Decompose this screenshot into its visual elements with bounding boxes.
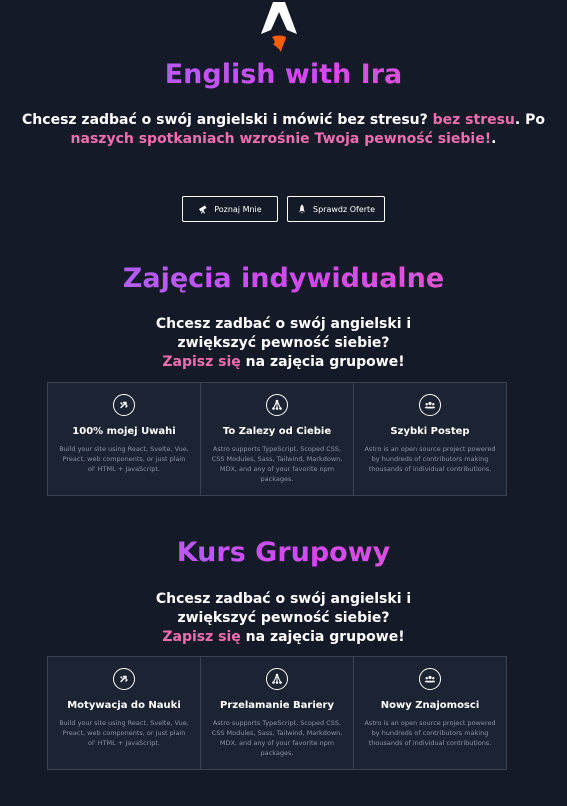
individual-lead-line-1: Chcesz zadbać o swój angielski i xyxy=(155,316,412,332)
feature-card-title: Przelamanie Bariery xyxy=(220,700,334,711)
feature-card-desc: Astro supports TypeScript, Scoped CSS, C… xyxy=(211,719,343,757)
group-lead-line-1: Chcesz zadbać o swój angielski i xyxy=(155,591,412,607)
people-icon xyxy=(419,394,441,416)
people-icon xyxy=(419,668,441,690)
feature-card-title: Motywacja do Nauki xyxy=(67,700,181,711)
sprawdz-oferte-label: Sprawdz Oferte xyxy=(313,204,376,214)
individual-cards: 100% mojej Uwahi Build your site using R… xyxy=(47,382,507,496)
poznaj-mnie-button[interactable]: Poznaj Mnie xyxy=(181,196,278,222)
hero-lead: Chcesz zadbać o swój angielski i mówić b… xyxy=(0,111,567,149)
feature-card-title: Nowy Znajomosci xyxy=(380,700,480,711)
rocket-icon xyxy=(299,204,305,214)
hero-lead-part-1: Chcesz zadbać o swój angielski i mówić b… xyxy=(22,112,433,128)
group-lead-line-2: zwiększyć pewność siebie? xyxy=(177,610,390,626)
feature-card: Szybki Postep Astro is an open source pr… xyxy=(354,383,506,495)
group-lead-highlight: Zapisz się xyxy=(162,629,241,645)
feature-card-title: To Zalezy od Ciebie xyxy=(222,426,332,437)
feature-card: Motywacja do Nauki Build your site using… xyxy=(48,657,201,769)
individual-title: Zajęcia indywidualne xyxy=(0,261,567,297)
feature-card-desc: Astro is an open source project powered … xyxy=(364,719,496,747)
group-lead: Chcesz zadbać o swój angielski i zwiększ… xyxy=(0,590,567,647)
telescope-icon xyxy=(199,205,207,214)
feature-card-title: 100% mojej Uwahi xyxy=(72,426,176,437)
swap-icon xyxy=(113,394,135,416)
feature-card: Nowy Znajomosci Astro is an open source … xyxy=(354,657,506,769)
individual-lead: Chcesz zadbać o swój angielski i zwiększ… xyxy=(0,315,567,372)
swap-icon xyxy=(113,668,135,690)
hero-lead-highlight-1: bez stresu xyxy=(432,112,515,128)
feature-card: Przelamanie Bariery Astro supports TypeS… xyxy=(201,657,354,769)
group-title: Kurs Grupowy xyxy=(0,535,567,571)
feature-card: 100% mojej Uwahi Build your site using R… xyxy=(48,383,201,495)
feature-card-desc: Astro is an open source project powered … xyxy=(364,445,496,473)
poznaj-mnie-label: Poznaj Mnie xyxy=(214,204,262,214)
feature-card-desc: Build your site using React, Svelte, Vue… xyxy=(59,445,189,473)
nodes-icon xyxy=(266,668,288,690)
hero-buttons: Poznaj Mnie Sprawdz Oferte xyxy=(0,196,567,222)
hero-title: English with Ira xyxy=(0,57,567,93)
feature-card-desc: Astro supports TypeScript, Scoped CSS, C… xyxy=(211,445,343,483)
hero-lead-part-2: . Po xyxy=(514,112,545,128)
individual-lead-tail: na zajęcia grupowe! xyxy=(240,354,405,370)
group-lead-tail: na zajęcia grupowe! xyxy=(240,629,405,645)
nodes-icon xyxy=(266,394,288,416)
sprawdz-oferte-button[interactable]: Sprawdz Oferte xyxy=(287,196,386,222)
feature-card: To Zalezy od Ciebie Astro supports TypeS… xyxy=(201,383,354,495)
astro-logo-icon xyxy=(261,2,297,52)
feature-card-desc: Build your site using React, Svelte, Vue… xyxy=(59,719,189,747)
group-cards: Motywacja do Nauki Build your site using… xyxy=(47,656,507,770)
hero-lead-highlight-2: naszych spotkaniach wzrośnie Twoja pewno… xyxy=(70,131,492,147)
feature-card-title: Szybki Postep xyxy=(390,426,470,437)
individual-lead-line-2: zwiększyć pewność siebie? xyxy=(177,335,390,351)
individual-lead-highlight: Zapisz się xyxy=(162,354,241,370)
hero-lead-part-3: . xyxy=(491,131,497,147)
